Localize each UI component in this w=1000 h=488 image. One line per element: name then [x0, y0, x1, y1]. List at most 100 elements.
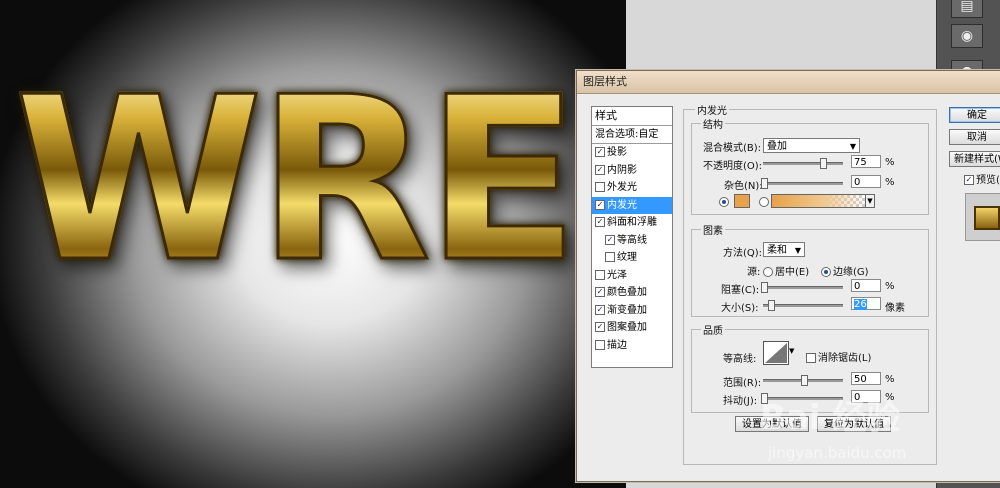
method-select[interactable]: 柔和 ▼	[763, 242, 805, 257]
style-item-inner-glow[interactable]: ✓ 内发光	[592, 196, 672, 214]
style-item-pattern-overlay[interactable]: ✓ 图案叠加	[592, 319, 672, 337]
style-item-color-overlay[interactable]: ✓ 颜色叠加	[592, 284, 672, 302]
style-item-inner-shadow[interactable]: ✓ 内阴影	[592, 162, 672, 180]
opacity-slider-thumb[interactable]	[820, 158, 827, 169]
method-label: 方法(Q):	[723, 248, 763, 259]
style-item-drop-shadow[interactable]: ✓ 投影	[592, 144, 672, 162]
anti-alias-option[interactable]: 消除锯齿(L)	[803, 349, 871, 364]
checkbox[interactable]: ✓	[595, 304, 605, 315]
preview-option[interactable]: ✓预览(V)	[961, 171, 1000, 186]
opacity-label: 不透明度(O):	[703, 161, 763, 172]
opacity-unit: %	[885, 157, 895, 168]
size-input[interactable]: 26	[851, 297, 881, 310]
document-canvas: WRE	[0, 0, 640, 488]
style-item-stroke[interactable]: 描边	[592, 337, 672, 355]
checkbox[interactable]: ✓	[595, 199, 605, 210]
checkbox[interactable]: ✓	[605, 234, 615, 245]
glow-color-swatch[interactable]	[734, 194, 750, 208]
style-item-gradient-overlay[interactable]: ✓ 渐变叠加	[592, 302, 672, 320]
gradient-dropdown-icon[interactable]: ▼	[865, 194, 875, 208]
checkbox[interactable]	[595, 339, 605, 350]
choke-slider[interactable]	[761, 282, 843, 293]
range-slider[interactable]	[763, 375, 843, 386]
contour-dropdown-icon[interactable]: ▼	[789, 347, 794, 355]
gradient-picker[interactable]	[771, 194, 867, 208]
opacity-slider[interactable]	[763, 158, 843, 169]
range-input[interactable]: 50	[851, 372, 881, 385]
noise-slider[interactable]	[761, 178, 843, 189]
size-slider-thumb[interactable]	[768, 300, 775, 311]
noise-slider-thumb[interactable]	[761, 178, 768, 189]
style-item-label: 颜色叠加	[607, 287, 647, 298]
preview-checkbox[interactable]: ✓	[964, 175, 974, 185]
quality-title: 品质	[701, 322, 725, 337]
blend-mode-label: 混合模式(B):	[703, 143, 762, 154]
contour-linear-icon	[765, 343, 787, 363]
checkbox[interactable]: ✓	[595, 287, 605, 297]
new-style-button[interactable]: 新建样式(W)...	[949, 151, 1000, 167]
blend-options-item[interactable]: 混合选项:自定	[592, 126, 672, 144]
blend-mode-select[interactable]: 叠加 ▼	[763, 138, 860, 153]
dialog-title[interactable]: 图层样式	[577, 71, 1000, 94]
style-item-label: 外发光	[607, 182, 637, 193]
contour-preview[interactable]	[763, 341, 789, 365]
checkbox[interactable]: ✓	[595, 322, 605, 332]
style-item-bevel-emboss[interactable]: ✓ 斜面和浮雕	[592, 214, 672, 232]
size-unit: 像素	[885, 303, 905, 314]
checkbox[interactable]: ✓	[595, 147, 605, 157]
checkbox[interactable]: ✓	[595, 164, 605, 175]
style-item-label: 光泽	[607, 269, 627, 281]
choke-input[interactable]: 0	[851, 279, 881, 292]
choke-slider-thumb[interactable]	[761, 282, 768, 293]
checkbox[interactable]	[595, 269, 605, 280]
choke-label: 阻塞(C):	[721, 285, 760, 296]
styles-list-header[interactable]: 样式	[592, 107, 672, 126]
checkbox[interactable]	[595, 182, 605, 192]
anti-alias-checkbox[interactable]	[806, 353, 816, 363]
source-label: 源:	[747, 267, 761, 278]
styles-list: 样式 混合选项:自定 ✓ 投影 ✓ 内阴影 外发光 ✓ 内发光 ✓ 斜面和浮雕 ✓ 等高线…	[591, 106, 673, 368]
channels-icon[interactable]: ◉	[951, 24, 983, 48]
solid-color-radio[interactable]	[719, 197, 729, 207]
source-center-option[interactable]: 居中(E)	[763, 263, 809, 278]
range-value: 50	[854, 374, 867, 385]
style-item-label: 内发光	[607, 199, 637, 211]
gold-text-artwork: WRE	[13, 49, 582, 312]
range-label: 范围(R):	[723, 378, 762, 389]
preview-label: 预览(V)	[976, 175, 1000, 186]
contour-label: 等高线:	[723, 354, 757, 365]
opacity-input[interactable]: 75	[851, 155, 881, 168]
ok-button[interactable]: 确定	[949, 107, 1000, 123]
source-center-label: 居中(E)	[775, 267, 810, 278]
checkbox[interactable]: ✓	[595, 217, 605, 227]
style-item-satin[interactable]: 光泽	[592, 267, 672, 285]
elements-title: 图素	[701, 222, 725, 237]
style-item-label: 内阴影	[607, 164, 637, 176]
method-value: 柔和	[767, 245, 787, 256]
baidu-watermark: Bai 经验	[760, 398, 901, 438]
checkbox[interactable]	[605, 252, 615, 262]
style-item-texture[interactable]: 纹理	[592, 249, 672, 267]
source-center-radio[interactable]	[763, 267, 773, 277]
size-slider[interactable]	[763, 300, 843, 311]
anti-alias-label: 消除锯齿(L)	[818, 353, 872, 364]
noise-value: 0	[854, 177, 861, 188]
style-item-contour[interactable]: ✓ 等高线	[592, 232, 672, 250]
layers-icon[interactable]: ▤	[951, 0, 983, 18]
size-label: 大小(S):	[721, 303, 759, 314]
chevron-down-icon: ▼	[849, 142, 856, 151]
style-item-label: 渐变叠加	[607, 304, 647, 316]
style-item-label: 等高线	[617, 234, 647, 246]
blend-mode-value: 叠加	[767, 141, 787, 152]
source-edge-radio[interactable]	[821, 267, 831, 277]
choke-value: 0	[854, 281, 861, 292]
preview-swatch	[974, 206, 1000, 230]
gradient-radio[interactable]	[759, 197, 769, 207]
range-slider-thumb[interactable]	[801, 375, 808, 386]
style-item-label: 描边	[607, 339, 627, 351]
style-item-outer-glow[interactable]: 外发光	[592, 179, 672, 197]
source-edge-option[interactable]: 边缘(G)	[821, 263, 869, 278]
watermark-url: jingyan.baidu.com	[768, 444, 907, 462]
cancel-button[interactable]: 取消	[949, 129, 1000, 145]
noise-input[interactable]: 0	[851, 175, 881, 188]
